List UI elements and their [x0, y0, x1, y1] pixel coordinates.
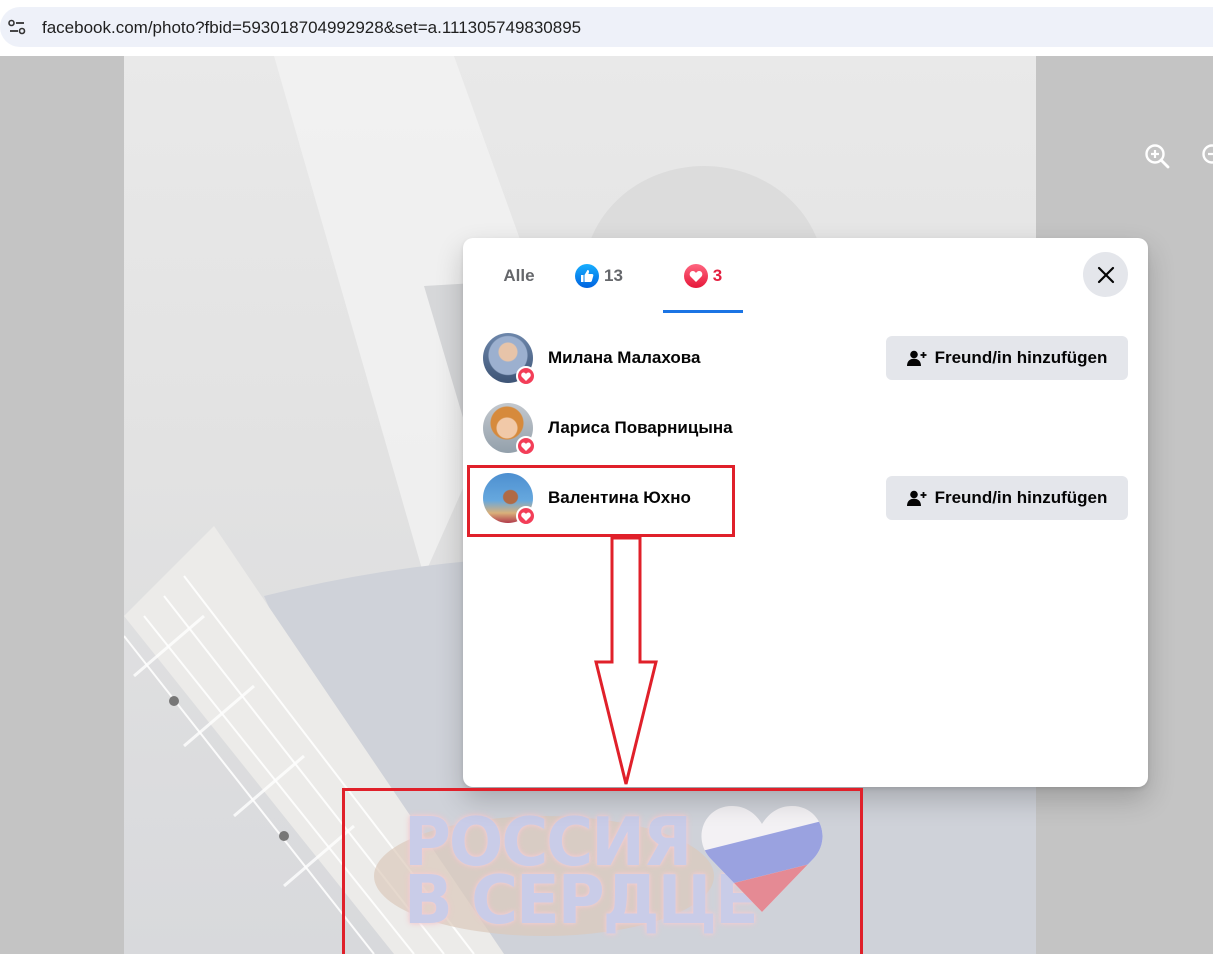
like-icon: [575, 263, 599, 288]
add-friend-button[interactable]: Freund/in hinzufügen: [886, 336, 1128, 380]
love-icon: [516, 436, 536, 456]
tab-like-count: 13: [604, 265, 623, 285]
add-friend-label: Freund/in hinzufügen: [934, 348, 1108, 367]
annotation-box-name: [467, 465, 735, 537]
list-item: Милана Малахова Freund/in hinzufügen: [483, 323, 1128, 393]
close-button[interactable]: [1083, 252, 1128, 297]
add-friend-button[interactable]: Freund/in hinzufügen: [886, 476, 1128, 520]
url-text[interactable]: facebook.com/photo?fbid=593018704992928&…: [42, 18, 581, 38]
add-friend-icon: [906, 350, 927, 366]
annotation-arrow-icon: [594, 536, 658, 785]
tab-all[interactable]: Alle: [483, 238, 555, 313]
person-name[interactable]: Лариса Поварницына: [548, 418, 733, 438]
love-icon: [516, 366, 536, 386]
zoom-in-icon[interactable]: [1143, 142, 1171, 170]
tab-like[interactable]: 13: [575, 238, 641, 313]
person-name[interactable]: Милана Малахова: [548, 348, 701, 368]
zoom-out-icon[interactable]: [1200, 142, 1213, 170]
tab-love-count: 3: [712, 265, 723, 285]
site-info-icon[interactable]: [8, 19, 26, 35]
add-friend-label: Freund/in hinzufügen: [934, 488, 1108, 507]
address-bar[interactable]: facebook.com/photo?fbid=593018704992928&…: [0, 7, 1213, 47]
tab-love[interactable]: 3: [663, 238, 743, 313]
list-item: Лариса Поварницына: [483, 393, 1128, 463]
tab-all-label: Alle: [503, 265, 535, 285]
close-icon: [1097, 266, 1114, 283]
browser-toolbar: facebook.com/photo?fbid=593018704992928&…: [0, 0, 1213, 56]
add-friend-icon: [906, 490, 927, 506]
love-icon: [683, 263, 708, 288]
annotation-box-sticker: [342, 788, 863, 954]
